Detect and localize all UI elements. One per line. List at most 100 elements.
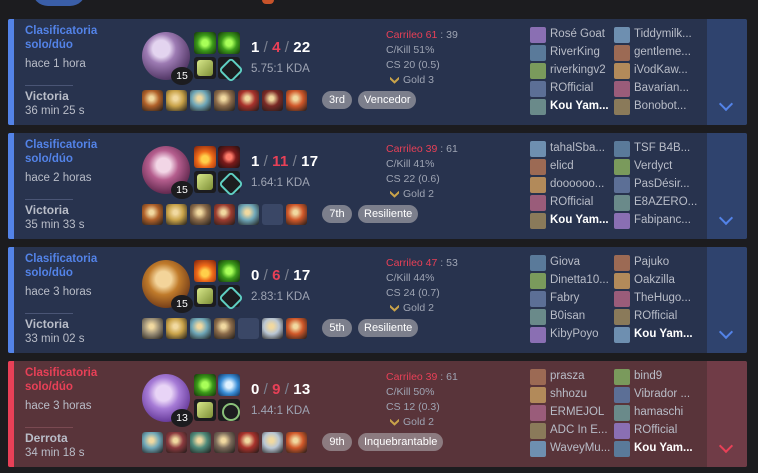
player-entry[interactable]: RiverKing <box>530 44 618 62</box>
player-entry[interactable]: riverkingv2 <box>530 62 618 80</box>
item-icon[interactable] <box>238 90 259 111</box>
player-entry[interactable]: bind9 <box>614 368 702 386</box>
player-name[interactable]: Giova <box>550 256 616 268</box>
player-name[interactable]: tahalSba... <box>550 142 616 154</box>
player-name[interactable]: riverkingv2 <box>550 64 616 76</box>
item-icon[interactable] <box>214 90 235 111</box>
player-name[interactable]: iVodKaw... <box>634 64 700 76</box>
player-entry[interactable]: Dinetta10... <box>530 272 618 290</box>
player-name[interactable]: hamaschi <box>634 406 700 418</box>
expand-match-button[interactable] <box>707 19 747 125</box>
player-entry[interactable]: doooooo... <box>530 176 618 194</box>
player-entry[interactable]: Kou Yam... <box>614 440 702 458</box>
player-name[interactable]: elicd <box>550 160 616 172</box>
player-entry[interactable]: Rosé Goat <box>530 26 618 44</box>
item-icon[interactable] <box>214 204 235 225</box>
player-entry[interactable]: TheHugo... <box>614 290 702 308</box>
item-icon[interactable] <box>286 318 307 339</box>
keystone-rune-icon[interactable] <box>194 399 216 421</box>
item-icon[interactable] <box>214 432 235 453</box>
player-name[interactable]: ROfficial <box>634 310 700 322</box>
player-entry[interactable]: Fabry <box>530 290 618 308</box>
player-name[interactable]: WaveyMu... <box>550 442 616 454</box>
player-entry[interactable]: iVodKaw... <box>614 62 702 80</box>
player-entry[interactable]: PasDésir... <box>614 176 702 194</box>
ignite-icon[interactable] <box>194 146 216 168</box>
player-entry[interactable]: elicd <box>530 158 618 176</box>
item-icon[interactable] <box>166 432 187 453</box>
item-icon[interactable] <box>214 318 235 339</box>
player-entry[interactable]: ROfficial <box>530 194 618 212</box>
player-name[interactable]: KibyPoyo <box>550 328 616 340</box>
player-name[interactable]: ERMEJOL <box>550 406 616 418</box>
item-icon[interactable] <box>262 90 283 111</box>
match-card[interactable]: Clasificatoria solo/dúo hace 3 horas Victo… <box>8 247 747 353</box>
player-entry[interactable]: Giova <box>530 254 618 272</box>
flash-icon[interactable] <box>218 374 240 396</box>
player-name[interactable]: B0isan <box>550 310 616 322</box>
player-entry[interactable]: Bonobot... <box>614 98 702 116</box>
player-name[interactable]: shhozu <box>550 388 616 400</box>
player-entry[interactable]: TSF B4B... <box>614 140 702 158</box>
player-name[interactable]: doooooo... <box>550 178 616 190</box>
player-entry[interactable]: Oakzilla <box>614 272 702 290</box>
match-card[interactable]: Clasificatoria solo/dúo hace 3 horas Derro… <box>8 361 747 467</box>
smite-icon[interactable] <box>218 260 240 282</box>
player-name[interactable]: TheHugo... <box>634 292 700 304</box>
player-entry[interactable]: Tiddymilk... <box>614 26 702 44</box>
player-name[interactable]: Oakzilla <box>634 274 700 286</box>
smite-icon[interactable] <box>194 32 216 54</box>
player-name[interactable]: Verdyct <box>634 160 700 172</box>
player-entry[interactable]: Kou Yam... <box>530 212 618 230</box>
exhaust-icon[interactable] <box>218 146 240 168</box>
smite-icon[interactable] <box>218 32 240 54</box>
player-name[interactable]: Fabipanc... <box>634 214 700 226</box>
player-name[interactable]: Kou Yam... <box>550 100 616 112</box>
keystone-rune-icon[interactable] <box>194 171 216 193</box>
expand-match-button[interactable] <box>707 247 747 353</box>
player-entry[interactable]: gentleme... <box>614 44 702 62</box>
player-entry[interactable]: ERMEJOL <box>530 404 618 422</box>
item-icon[interactable] <box>262 432 283 453</box>
keystone-rune-icon[interactable] <box>194 57 216 79</box>
item-icon[interactable] <box>190 90 211 111</box>
player-name[interactable]: Bonobot... <box>634 100 700 112</box>
ignite-icon[interactable] <box>194 260 216 282</box>
item-icon[interactable] <box>166 90 187 111</box>
player-entry[interactable]: B0isan <box>530 308 618 326</box>
player-entry[interactable]: hamaschi <box>614 404 702 422</box>
player-name[interactable]: ROfficial <box>550 82 616 94</box>
player-entry[interactable]: ADC In E... <box>530 422 618 440</box>
secondary-rune-icon[interactable] <box>218 171 240 193</box>
player-entry[interactable]: Vibrador ... <box>614 386 702 404</box>
player-name[interactable]: Dinetta10... <box>550 274 616 286</box>
item-icon[interactable] <box>142 318 163 339</box>
player-entry[interactable]: ROfficial <box>614 422 702 440</box>
player-entry[interactable]: E8AZERO... <box>614 194 702 212</box>
item-icon[interactable] <box>286 204 307 225</box>
player-name[interactable]: Kou Yam... <box>634 328 700 340</box>
secondary-rune-icon[interactable] <box>218 57 240 79</box>
item-icon[interactable] <box>286 90 307 111</box>
player-entry[interactable]: ROfficial <box>614 308 702 326</box>
player-entry[interactable]: Pajuko <box>614 254 702 272</box>
item-icon[interactable] <box>286 432 307 453</box>
player-entry[interactable]: Verdyct <box>614 158 702 176</box>
item-icon[interactable] <box>142 90 163 111</box>
item-icon[interactable] <box>166 204 187 225</box>
player-name[interactable]: Fabry <box>550 292 616 304</box>
player-name[interactable]: Pajuko <box>634 256 700 268</box>
item-icon[interactable] <box>238 204 259 225</box>
player-entry[interactable]: WaveyMu... <box>530 440 618 458</box>
expand-match-button[interactable] <box>707 133 747 239</box>
player-name[interactable]: gentleme... <box>634 46 700 58</box>
player-name[interactable]: Bavarian... <box>634 82 700 94</box>
item-icon[interactable] <box>262 318 283 339</box>
player-name[interactable]: bind9 <box>634 370 700 382</box>
player-name[interactable]: E8AZERO... <box>634 196 700 208</box>
item-icon[interactable] <box>238 432 259 453</box>
player-name[interactable]: Vibrador ... <box>634 388 700 400</box>
item-icon[interactable] <box>190 318 211 339</box>
player-entry[interactable]: ROfficial <box>530 80 618 98</box>
player-name[interactable]: PasDésir... <box>634 178 700 190</box>
